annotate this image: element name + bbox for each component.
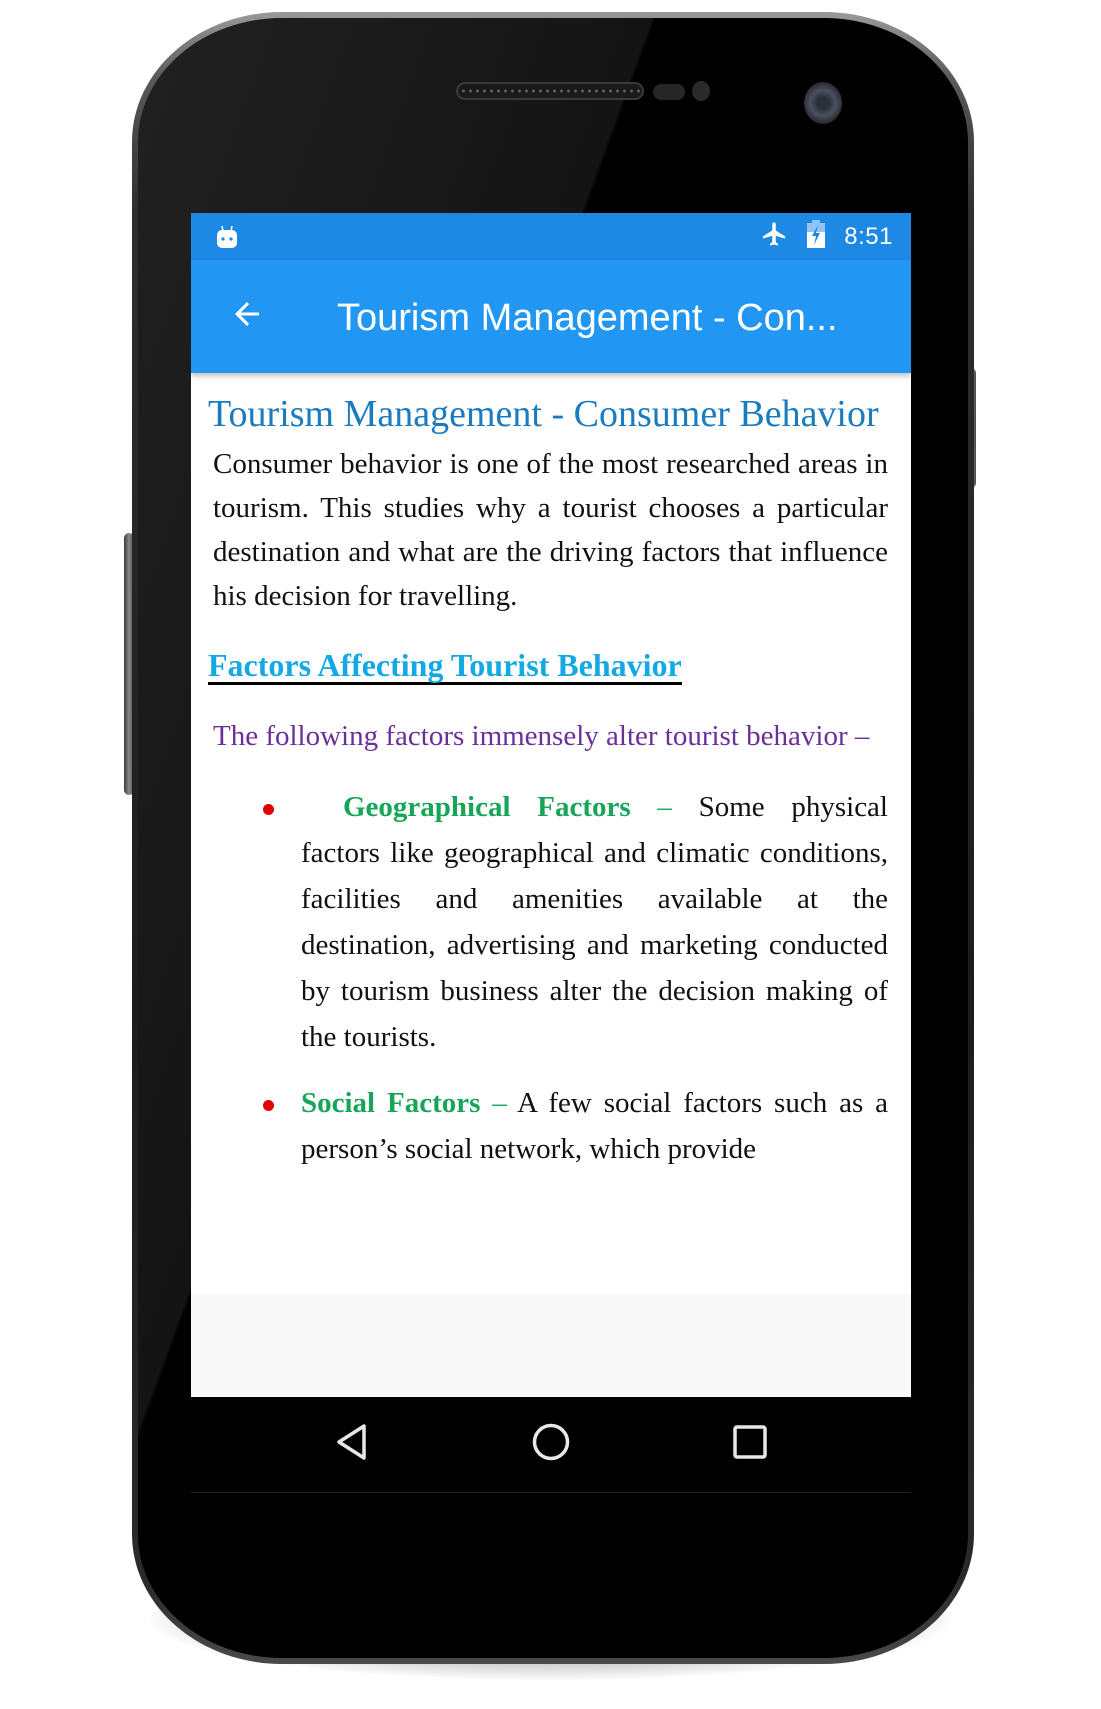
- back-button[interactable]: [211, 281, 283, 353]
- nav-recents-button[interactable]: [700, 1405, 800, 1485]
- navigation-bar: [191, 1397, 911, 1493]
- lead-paragraph: The following factors immensely alter to…: [213, 720, 870, 752]
- nav-home-button[interactable]: [501, 1405, 601, 1485]
- android-debug-icon: [215, 225, 239, 256]
- battery-charging-icon: [806, 219, 826, 254]
- status-time: 8:51: [844, 222, 893, 250]
- front-camera: [804, 82, 842, 124]
- arrow-left-icon: [229, 296, 265, 337]
- light-sensor: [692, 81, 710, 101]
- list-item: Geographical Factors – Some physical fac…: [208, 784, 888, 1060]
- circle-home-icon: [531, 1422, 571, 1467]
- triangle-back-icon: [334, 1422, 370, 1467]
- list-item: Social Factors – A few social factors su…: [208, 1080, 888, 1172]
- bullet-dot: [263, 804, 274, 815]
- section-heading-link[interactable]: Factors Affecting Tourist Behavior: [208, 648, 682, 685]
- status-bar: 8:51: [191, 213, 911, 260]
- proximity-sensor: [653, 84, 685, 100]
- app-bar: Tourism Management - Con...: [191, 260, 911, 373]
- intro-paragraph: Consumer behavior is one of the most res…: [213, 448, 888, 612]
- factor-separator: –: [630, 791, 699, 823]
- phone-screen: 8:51 Tourism Management - Con... Tourism…: [191, 213, 911, 1493]
- article-title: Tourism Management - Consumer Behavior: [208, 393, 879, 435]
- factor-separator: –: [480, 1087, 518, 1119]
- airplane-mode-icon: [760, 219, 788, 254]
- factor-text: Some physical factors like geographical …: [301, 791, 888, 1053]
- bullet-dot: [263, 1100, 274, 1111]
- bottom-blank-area: [191, 1294, 911, 1397]
- nav-back-button[interactable]: [302, 1405, 402, 1485]
- square-recents-icon: [732, 1424, 768, 1465]
- factors-list: Geographical Factors – Some physical fac…: [208, 784, 888, 1172]
- app-bar-title: Tourism Management - Con...: [337, 297, 838, 339]
- factor-label: Social Factors: [301, 1087, 481, 1119]
- factor-label: Geographical Factors: [343, 791, 631, 823]
- article-content[interactable]: Tourism Management - Consumer Behavior C…: [191, 373, 911, 1294]
- earpiece-speaker: [456, 82, 644, 100]
